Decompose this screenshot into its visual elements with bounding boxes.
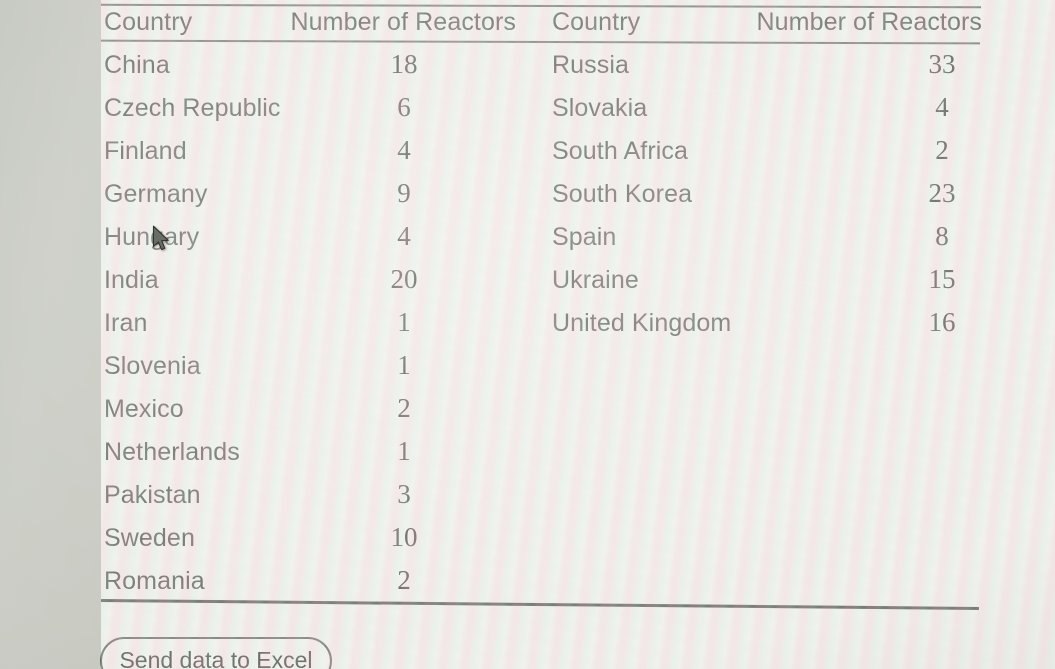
cell-reactors: 15 bbox=[928, 264, 956, 294]
cell-country: China bbox=[104, 51, 170, 79]
cell-country: Czech Republic bbox=[104, 94, 281, 122]
table-row: Netherlands 1 bbox=[104, 436, 516, 479]
screenshot-canvas: Country Number of Reactors China 18 Czec… bbox=[0, 0, 1055, 669]
table-row: Finland 4 bbox=[104, 135, 516, 178]
cell-country: South Korea bbox=[552, 180, 693, 208]
cell-country: Slovenia bbox=[104, 352, 201, 380]
column-header-country-right: Country bbox=[552, 8, 641, 36]
table-row: Slovakia 4 bbox=[552, 92, 982, 135]
cell-reactors: 3 bbox=[397, 479, 411, 509]
cell-country: Iran bbox=[104, 309, 148, 337]
column-header-country-left: Country bbox=[104, 8, 193, 36]
table-body-left: China 18 Czech Republic 6 Finland 4 Germ… bbox=[104, 49, 516, 608]
cell-country: Russia bbox=[552, 51, 630, 79]
cell-reactors: 16 bbox=[928, 307, 956, 337]
cell-reactors: 18 bbox=[390, 49, 418, 79]
cell-country: Spain bbox=[552, 223, 617, 251]
table-row: Ukraine 15 bbox=[552, 264, 982, 307]
cell-reactors: 9 bbox=[397, 178, 411, 208]
cell-country: Finland bbox=[104, 137, 187, 165]
send-data-to-excel-button[interactable]: Send data to Excel bbox=[100, 637, 332, 669]
cell-reactors: 1 bbox=[397, 307, 411, 337]
cell-country: South Africa bbox=[552, 137, 689, 165]
table-row: China 18 bbox=[104, 49, 516, 92]
column-header-reactors-left: Number of Reactors bbox=[290, 8, 516, 36]
send-data-to-excel-label: Send data to Excel bbox=[119, 646, 313, 669]
cell-reactors: 2 bbox=[935, 135, 949, 165]
cell-country: Ukraine bbox=[552, 266, 639, 294]
cell-reactors: 1 bbox=[397, 350, 411, 380]
table-row: Germany 9 bbox=[104, 178, 516, 221]
cell-reactors: 1 bbox=[397, 436, 411, 466]
cell-country: Hungary bbox=[104, 223, 200, 251]
cell-reactors: 8 bbox=[935, 221, 949, 251]
cell-country: Pakistan bbox=[104, 481, 201, 509]
cell-reactors: 20 bbox=[390, 264, 418, 294]
cell-country: Romania bbox=[104, 567, 205, 595]
table-row: Czech Republic 6 bbox=[104, 92, 516, 135]
table-row: Sweden 10 bbox=[104, 522, 516, 565]
reactors-table: Country Number of Reactors China 18 Czec… bbox=[100, 0, 989, 612]
table-row: Iran 1 bbox=[104, 307, 516, 350]
table-body-right: Russia 33 Slovakia 4 South Africa 2 Sout… bbox=[552, 49, 982, 350]
table-row: South Africa 2 bbox=[552, 135, 982, 178]
table-row: Spain 8 bbox=[552, 221, 982, 264]
cell-reactors: 33 bbox=[928, 49, 956, 79]
cell-country: Sweden bbox=[104, 524, 195, 552]
table-header-rule bbox=[100, 39, 981, 45]
cell-reactors: 6 bbox=[397, 92, 411, 122]
table-row: Mexico 2 bbox=[104, 393, 516, 436]
cell-reactors: 4 bbox=[397, 135, 411, 165]
cell-reactors: 4 bbox=[397, 221, 411, 251]
table-row: Pakistan 3 bbox=[104, 479, 516, 522]
cell-reactors: 23 bbox=[928, 178, 956, 208]
table-row: Slovenia 1 bbox=[104, 350, 516, 393]
left-margin-band bbox=[0, 0, 101, 669]
table-header-row-left: Country Number of Reactors bbox=[104, 8, 516, 40]
cell-country: Germany bbox=[104, 180, 208, 208]
table-row: Romania 2 bbox=[104, 565, 516, 608]
table-row: United Kingdom 16 bbox=[552, 307, 982, 350]
cell-country: Slovakia bbox=[552, 94, 648, 122]
table-row: Russia 33 bbox=[552, 49, 982, 92]
cell-reactors: 10 bbox=[390, 522, 418, 552]
column-header-reactors-right: Number of Reactors bbox=[756, 8, 982, 36]
cell-country: United Kingdom bbox=[552, 309, 732, 337]
cell-reactors: 2 bbox=[397, 565, 411, 595]
cell-reactors: 4 bbox=[935, 92, 949, 122]
table-header-row-right: Country Number of Reactors bbox=[552, 8, 982, 40]
table-row: South Korea 23 bbox=[552, 178, 982, 221]
cell-country: Mexico bbox=[104, 395, 184, 423]
cell-country: Netherlands bbox=[104, 438, 240, 466]
cell-reactors: 2 bbox=[397, 393, 411, 423]
table-row: Hungary 4 bbox=[104, 221, 516, 264]
table-row: India 20 bbox=[104, 264, 516, 307]
cell-country: India bbox=[104, 266, 159, 294]
